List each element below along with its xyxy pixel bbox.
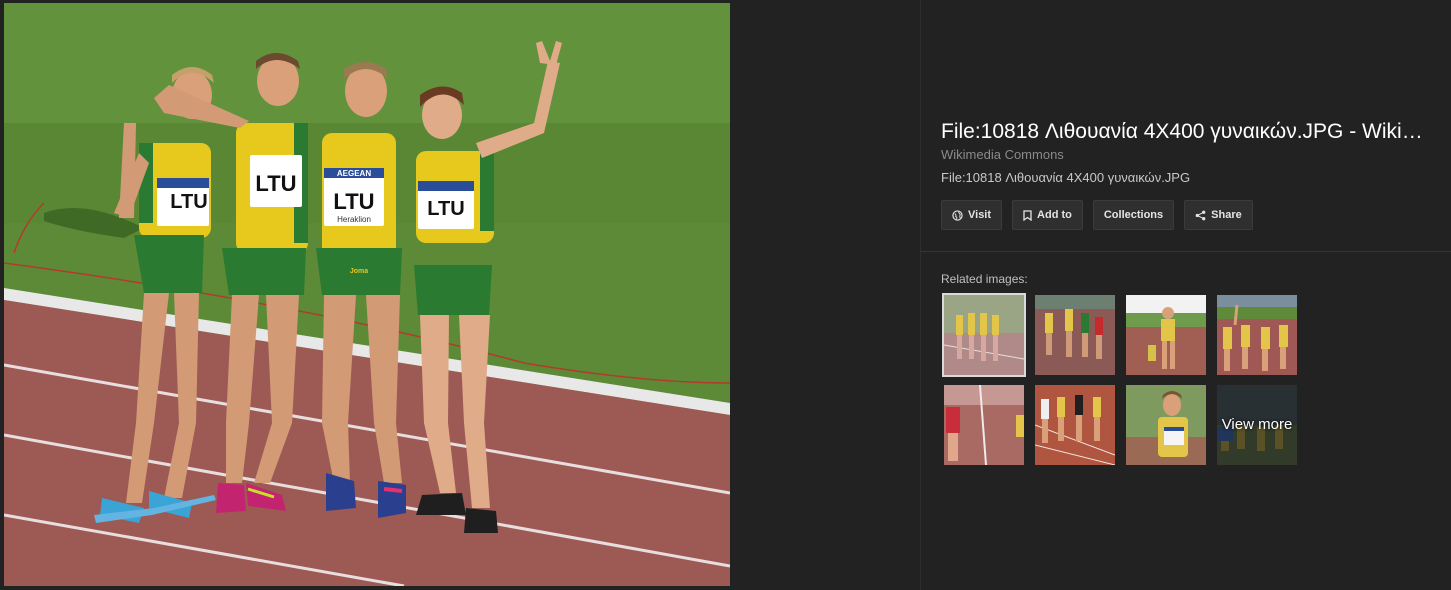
related-thumbnail[interactable]: [1035, 385, 1115, 465]
related-thumbnail[interactable]: [1217, 295, 1297, 375]
action-buttons: Visit Add to Collections Share: [941, 200, 1253, 230]
add-to-label: Add to: [1037, 209, 1072, 221]
image-preview-pane: LTU LTU LTU LTU AEGEAN Heraklion Joma: [0, 0, 920, 590]
image-info-panel: File:10818 Λιθουανία 4X400 γυναικών.JPG …: [941, 119, 1447, 230]
share-icon: [1195, 210, 1206, 221]
bookmark-icon: [1023, 209, 1032, 221]
visit-button[interactable]: Visit: [941, 200, 1003, 230]
bib-text-3: LTU: [333, 189, 374, 214]
bib-sponsor-text: AEGEAN: [337, 169, 371, 178]
bib-city-text: Heraklion: [337, 215, 371, 224]
main-image[interactable]: LTU LTU LTU LTU AEGEAN Heraklion Joma: [4, 3, 730, 586]
view-more-label: View more: [1221, 416, 1293, 433]
related-thumbnail[interactable]: [944, 385, 1024, 465]
bib-text-1: LTU: [170, 191, 207, 213]
image-viewer: LTU LTU LTU LTU AEGEAN Heraklion Joma Fi…: [0, 0, 1451, 590]
image-title-link[interactable]: File:10818 Λιθουανία 4X400 γυναικών.JPG …: [941, 119, 1447, 145]
add-to-button[interactable]: Add to: [1012, 200, 1083, 230]
related-thumbnail[interactable]: [942, 293, 1026, 377]
brand-text: Joma: [350, 268, 368, 275]
pane-divider: [920, 0, 921, 590]
related-thumbnail[interactable]: [1126, 385, 1206, 465]
globe-icon: [952, 209, 963, 221]
related-thumbnail[interactable]: [1035, 295, 1115, 375]
image-filename: File:10818 Λιθουανία 4X400 γυναικών.JPG: [941, 170, 1191, 185]
share-label: Share: [1211, 209, 1242, 221]
image-source: Wikimedia Commons: [941, 147, 1064, 162]
collections-button[interactable]: Collections: [1092, 200, 1175, 230]
related-thumbnail[interactable]: [1126, 295, 1206, 375]
bib-text-2: LTU: [255, 171, 296, 196]
visit-label: Visit: [968, 209, 992, 221]
bib-text-4: LTU: [427, 198, 464, 220]
share-button[interactable]: Share: [1184, 200, 1253, 230]
collections-label: Collections: [1103, 209, 1164, 221]
related-images-label: Related images:: [941, 272, 1028, 286]
view-more-thumbnail[interactable]: View more: [1217, 385, 1297, 465]
section-divider: [921, 251, 1451, 252]
